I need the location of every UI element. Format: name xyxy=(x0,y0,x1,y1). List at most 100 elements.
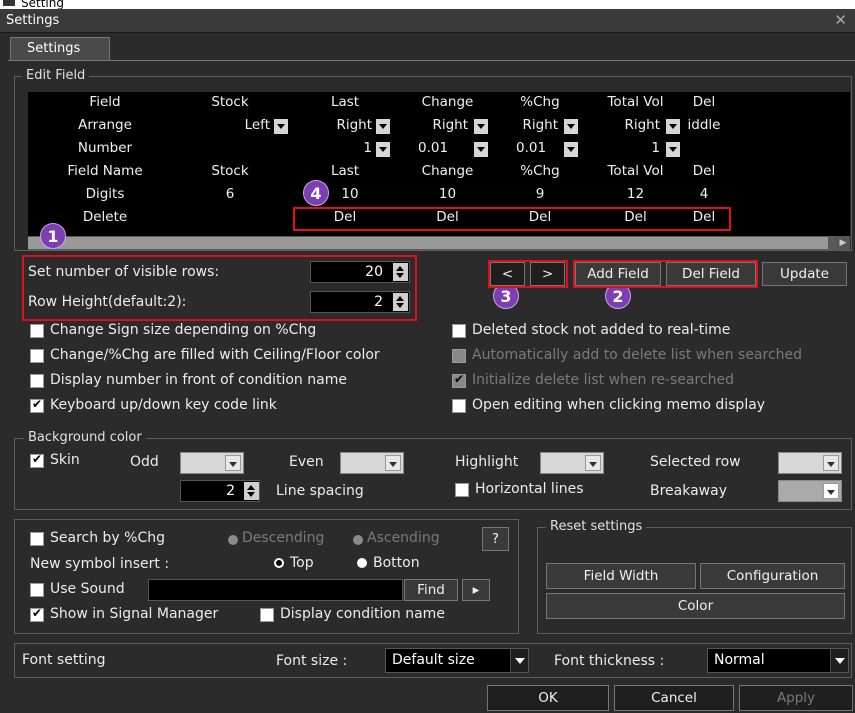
descending-label: Descending xyxy=(242,530,325,546)
update-button[interactable]: Update xyxy=(762,262,847,286)
number-change[interactable]: 0.01 xyxy=(418,140,468,156)
tab-settings[interactable]: Settings xyxy=(10,37,110,60)
help-button[interactable]: ? xyxy=(482,527,509,551)
arrange-stock[interactable]: Left xyxy=(175,117,270,133)
font-thickness-select[interactable]: Normal xyxy=(707,648,849,673)
arrange-last-dropdown-icon[interactable] xyxy=(376,119,390,134)
visible-rows-label: Set number of visible rows: xyxy=(28,264,220,280)
apply-button[interactable]: Apply xyxy=(739,685,853,711)
bottom-radio[interactable] xyxy=(357,558,367,568)
arrange-total-vol[interactable]: Right xyxy=(588,117,660,133)
skin-label: Skin xyxy=(50,452,80,468)
grid-scrollbar[interactable]: ▶ xyxy=(28,236,850,250)
scroll-right-icon[interactable]: ▶ xyxy=(836,236,850,250)
number-last[interactable]: 1 xyxy=(300,140,372,156)
digits-total-vol[interactable]: 12 xyxy=(588,186,683,202)
breakaway-dropdown-icon[interactable] xyxy=(823,483,839,499)
use-sound-label: Use Sound xyxy=(50,581,125,597)
field-stock: Stock xyxy=(211,94,249,110)
number-change-dropdown-icon[interactable] xyxy=(474,142,488,157)
callout-badge-1: 1 xyxy=(40,223,66,249)
line-spacing-stepper-icon[interactable] xyxy=(244,482,259,500)
font-thickness-label: Font thickness : xyxy=(554,653,665,669)
field-width-button[interactable]: Field Width xyxy=(546,563,696,589)
scrollbar-thumb[interactable] xyxy=(28,237,828,249)
background-color-group xyxy=(14,438,852,510)
option-init-delete-checkbox[interactable] xyxy=(452,372,466,388)
font-size-dropdown-icon[interactable] xyxy=(510,649,528,672)
odd-dropdown-icon[interactable] xyxy=(225,455,241,471)
arrange-pchg-dropdown-icon[interactable] xyxy=(564,119,578,134)
font-thickness-dropdown-icon[interactable] xyxy=(830,649,848,672)
title-bar: Settings ✕ xyxy=(0,9,855,33)
digits-del[interactable]: 4 xyxy=(688,186,720,202)
font-thickness-value: Normal xyxy=(714,652,765,668)
number-total-vol[interactable]: 1 xyxy=(588,140,660,156)
font-size-select[interactable]: Default size xyxy=(385,648,529,673)
option-ceiling-floor-checkbox[interactable] xyxy=(30,349,44,363)
arrange-del[interactable]: iddle xyxy=(684,117,724,133)
name-total-vol[interactable]: Total Vol xyxy=(588,163,683,179)
skin-checkbox[interactable] xyxy=(30,452,44,468)
row-height-stepper-icon[interactable] xyxy=(393,293,408,311)
horizontal-lines-checkbox[interactable] xyxy=(455,483,469,497)
option-sign-size-checkbox[interactable] xyxy=(30,324,44,338)
close-icon[interactable]: ✕ xyxy=(834,11,847,29)
option-auto-add-checkbox[interactable] xyxy=(452,349,466,363)
name-stock[interactable]: Stock xyxy=(175,163,285,179)
name-change[interactable]: Change xyxy=(400,163,495,179)
highlight-color-picker[interactable] xyxy=(540,452,604,474)
number-pchg[interactable]: 0.01 xyxy=(516,140,561,156)
sound-file-input[interactable] xyxy=(148,579,403,601)
row-head-number: Number xyxy=(77,140,133,156)
option-keyboard-link-label: Keyboard up/down key code link xyxy=(50,397,277,413)
option-open-editing-checkbox[interactable] xyxy=(452,399,466,413)
ok-button[interactable]: OK xyxy=(487,685,609,711)
selected-row-label: Selected row xyxy=(650,454,741,470)
arrange-stock-dropdown-icon[interactable] xyxy=(274,119,288,134)
arrange-last[interactable]: Right xyxy=(300,117,372,133)
odd-color-picker[interactable] xyxy=(180,452,244,474)
digits-stock[interactable]: 6 xyxy=(175,186,285,202)
number-pchg-dropdown-icon[interactable] xyxy=(564,142,578,157)
even-color-picker[interactable] xyxy=(340,452,404,474)
display-condition-name-checkbox[interactable] xyxy=(260,608,274,622)
show-signal-manager-checkbox[interactable] xyxy=(30,606,44,622)
number-total-vol-dropdown-icon[interactable] xyxy=(666,142,680,157)
visible-rows-stepper-icon[interactable] xyxy=(393,263,408,281)
option-deleted-stock-checkbox[interactable] xyxy=(452,324,466,338)
number-last-dropdown-icon[interactable] xyxy=(376,142,390,157)
top-label: Top xyxy=(290,555,314,571)
ascending-radio[interactable] xyxy=(353,535,363,545)
selected-row-color-picker[interactable] xyxy=(778,452,842,474)
option-keyboard-link-checkbox[interactable] xyxy=(30,397,44,413)
field-change: Change xyxy=(421,94,474,110)
arrange-total-vol-dropdown-icon[interactable] xyxy=(666,119,680,134)
arrange-change[interactable]: Right xyxy=(400,117,468,133)
descending-radio[interactable] xyxy=(228,535,238,545)
play-sound-button[interactable]: ▸ xyxy=(462,579,490,601)
option-number-front-checkbox[interactable] xyxy=(30,374,44,388)
search-by-chg-checkbox[interactable] xyxy=(30,532,44,546)
top-radio[interactable] xyxy=(274,558,284,568)
highlight-nav-buttons xyxy=(488,260,568,288)
digits-pchg[interactable]: 9 xyxy=(500,186,580,202)
digits-change[interactable]: 10 xyxy=(400,186,495,202)
even-dropdown-icon[interactable] xyxy=(385,455,401,471)
highlight-label: Highlight xyxy=(455,454,519,470)
name-pchg[interactable]: %Chg xyxy=(500,163,580,179)
name-del[interactable]: Del xyxy=(688,163,720,179)
arrange-change-dropdown-icon[interactable] xyxy=(474,119,488,134)
breakaway-color-picker[interactable] xyxy=(778,480,842,502)
option-auto-add-label: Automatically add to delete list when se… xyxy=(472,347,803,363)
use-sound-checkbox[interactable] xyxy=(30,583,44,597)
name-last[interactable]: Last xyxy=(300,163,390,179)
arrange-pchg[interactable]: Right xyxy=(500,117,558,133)
selected-row-dropdown-icon[interactable] xyxy=(823,455,839,471)
cancel-button[interactable]: Cancel xyxy=(614,685,734,711)
row-head-arrange: Arrange xyxy=(78,117,132,133)
reset-color-button[interactable]: Color xyxy=(546,593,845,619)
find-button[interactable]: Find xyxy=(404,579,458,601)
configuration-button[interactable]: Configuration xyxy=(700,563,845,589)
highlight-dropdown-icon[interactable] xyxy=(585,455,601,471)
